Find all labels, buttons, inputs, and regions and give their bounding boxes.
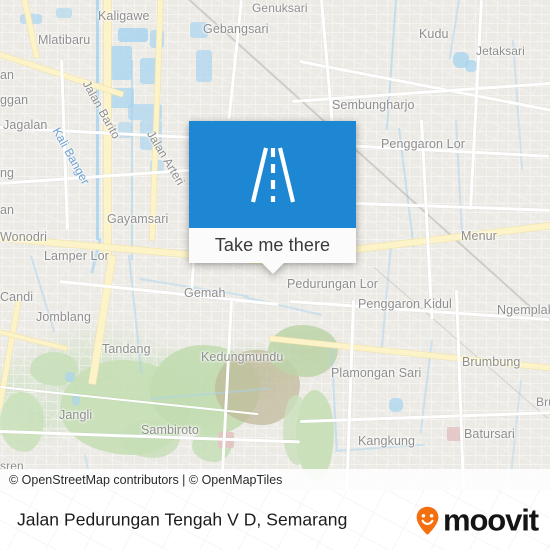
map-screenshot: Kaligawe Genuksari Gebangsari Kudu Jetaksari… (0, 0, 550, 550)
page-title: Jalan Pedurungan Tengah V D, Semarang (17, 509, 348, 530)
water-body (56, 8, 72, 18)
park-area (0, 392, 44, 452)
map-attribution-text[interactable]: © OpenStreetMap contributors | © OpenMap… (0, 473, 282, 487)
park-area (283, 395, 309, 465)
water-body (465, 60, 477, 72)
water-body (118, 28, 148, 42)
take-me-there-label: Take me there (214, 235, 331, 255)
water-body (196, 50, 212, 82)
moovit-brand[interactable]: moovit (414, 502, 539, 538)
footer-bar: Jalan Pedurungan Tengah V D, Semarang mo… (0, 490, 550, 550)
water-body (65, 372, 75, 382)
moovit-wordmark: moovit (442, 502, 539, 538)
major-road (104, 0, 111, 260)
popup-pointer (260, 262, 285, 274)
park-area (268, 325, 338, 377)
river (96, 0, 99, 240)
park-area (120, 420, 180, 458)
water-body (110, 46, 132, 80)
moovit-smiley-pin-icon (416, 506, 439, 534)
popup-header (189, 121, 356, 228)
water-body (190, 22, 208, 38)
map-attribution-bar: © OpenStreetMap contributors | © OpenMap… (0, 469, 550, 490)
road-ahead-icon (250, 147, 295, 202)
take-me-there-popup[interactable]: Take me there (189, 121, 356, 274)
water-body (389, 398, 403, 412)
map-canvas[interactable]: Kaligawe Genuksari Gebangsari Kudu Jetaksari… (0, 0, 550, 490)
take-me-there-button[interactable]: Take me there (189, 228, 356, 263)
river (131, 60, 133, 260)
